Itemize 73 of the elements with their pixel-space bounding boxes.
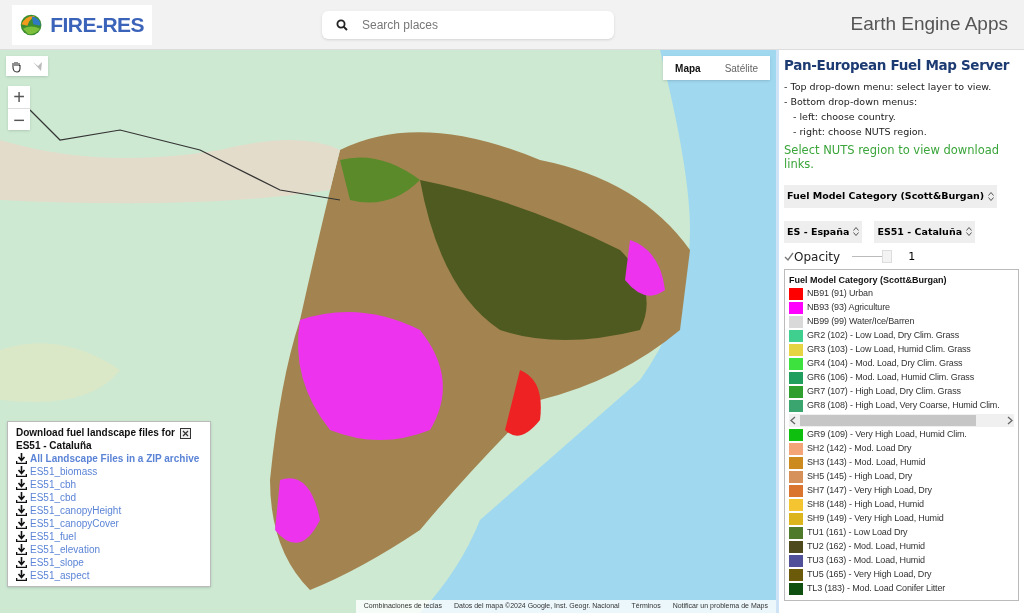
legend-label: NB99 (99) Water/Ice/Barren [807, 315, 915, 328]
download-link[interactable]: ES51_aspect [30, 568, 90, 583]
download-link[interactable]: ES51_elevation [30, 542, 101, 557]
updown-caret-icon [853, 227, 860, 237]
updown-caret-icon [988, 191, 995, 201]
legend-label: NB91 (91) Urban [807, 287, 873, 300]
download-link[interactable]: ES51_canopyHeight [30, 503, 122, 518]
legend-label: GR7 (107) - High Load, Dry Clim. Grass [807, 385, 961, 398]
zoom-out-button[interactable]: − [8, 108, 30, 130]
legend-label: TL3 (183) - Mod. Load Conifer Litter [807, 582, 946, 595]
opacity-slider[interactable] [852, 250, 893, 264]
slider-thumb[interactable] [882, 250, 893, 264]
legend-label: SH3 (143) - Mod. Load, Humid [807, 456, 926, 469]
legend-label: GR6 (106) - Mod. Load, Humid Clim. Grass [807, 371, 975, 384]
download-icon [16, 544, 27, 555]
hint-text: Select NUTS region to view download links. [784, 143, 1001, 172]
panel-title: Download fuel landscape files for ES51 - Cataluña [16, 426, 176, 452]
download-link[interactable]: ES51_biomass [30, 464, 98, 479]
download-icon [16, 531, 27, 542]
legend-label: TU5 (165) - Very High Load, Dry [807, 568, 932, 581]
legend-label: SH7 (147) - Very High Load, Dry [807, 484, 932, 497]
download-link[interactable]: All Landscape Files in a ZIP archive [30, 451, 200, 466]
scroll-left-icon[interactable] [789, 415, 797, 425]
legend-label: SH2 (142) - Mod. Load Dry [807, 442, 912, 455]
legend-title: Fuel Model Category (Scott&Burgan) [789, 273, 948, 287]
download-icon [16, 570, 27, 581]
download-link[interactable]: ES51_slope [30, 555, 84, 570]
app-brand: Earth Engine Apps [850, 12, 1008, 37]
download-link[interactable]: ES51_fuel [30, 529, 77, 544]
download-icon [16, 479, 27, 490]
legend-label: GR3 (103) - Low Load, Humid Clim. Grass [807, 343, 971, 356]
updown-caret-icon [966, 227, 973, 237]
instruction-text: - Top drop-down menu: select layer to view. [784, 80, 993, 95]
legend-label: GR9 (109) - Very High Load, Humid Clim. [807, 428, 967, 441]
scroll-right-icon[interactable] [1006, 415, 1014, 425]
legend-label: NB93 (93) Agriculture [807, 301, 890, 314]
opacity-value: 1 [908, 248, 916, 265]
legend-label: TU2 (162) - Mod. Load, Humid [807, 540, 925, 553]
horizontal-scrollbar[interactable] [789, 413, 1014, 427]
legend-label: TU1 (161) - Low Load Dry [807, 526, 908, 539]
download-icon [16, 453, 27, 464]
download-icon [16, 505, 27, 516]
download-icon [16, 557, 27, 568]
close-icon[interactable] [180, 428, 191, 439]
scrollbar-thumb[interactable] [800, 414, 976, 426]
legend-label: SH5 (145) - High Load, Dry [807, 470, 913, 483]
download-icon [16, 492, 27, 503]
region-select[interactable]: ES51 - Cataluña [874, 220, 976, 243]
download-link[interactable]: ES51_canopyCover [30, 516, 119, 531]
layer-select[interactable]: Fuel Model Category (Scott&Burgan) [784, 185, 998, 208]
legend-label: TU3 (163) - Mod. Load, Humid [807, 554, 925, 567]
download-link[interactable]: ES51_cbd [30, 490, 77, 505]
instruction-text: - Bottom drop-down menus: [784, 95, 919, 110]
instruction-text: - left: choose country. [792, 110, 897, 125]
checkbox[interactable] [784, 251, 794, 262]
search-field[interactable]: Search places [322, 10, 614, 39]
panel-title: Pan-European Fuel Map Server [784, 56, 1011, 75]
legend-label: SH9 (149) - Very High Load, Humid [807, 512, 944, 525]
country-select[interactable]: ES - España [784, 220, 863, 243]
legend-label: SH8 (148) - High Load, Humid [807, 498, 924, 511]
checkbox-label: Opacity [794, 248, 841, 266]
download-icon [16, 466, 27, 477]
zoom-in-button[interactable]: + [8, 86, 30, 108]
legend-label: GR2 (102) - Low Load, Dry Clim. Grass [807, 329, 959, 342]
search-icon [336, 18, 348, 31]
download-link[interactable]: ES51_cbh [30, 477, 77, 492]
instruction-text: - right: choose NUTS region. [792, 125, 928, 140]
download-icon [16, 518, 27, 529]
logo-text: FIRE-RES [50, 11, 144, 38]
map-type-tab[interactable]: Satélite [712, 56, 770, 80]
legend-label: GR8 (108) - High Load, Very Coarse, Humid Clim. [807, 399, 1000, 412]
map-type-tab[interactable]: Mapa [663, 56, 713, 80]
legend-label: GR4 (104) - Mod. Load, Dry Clim. Grass [807, 357, 963, 370]
